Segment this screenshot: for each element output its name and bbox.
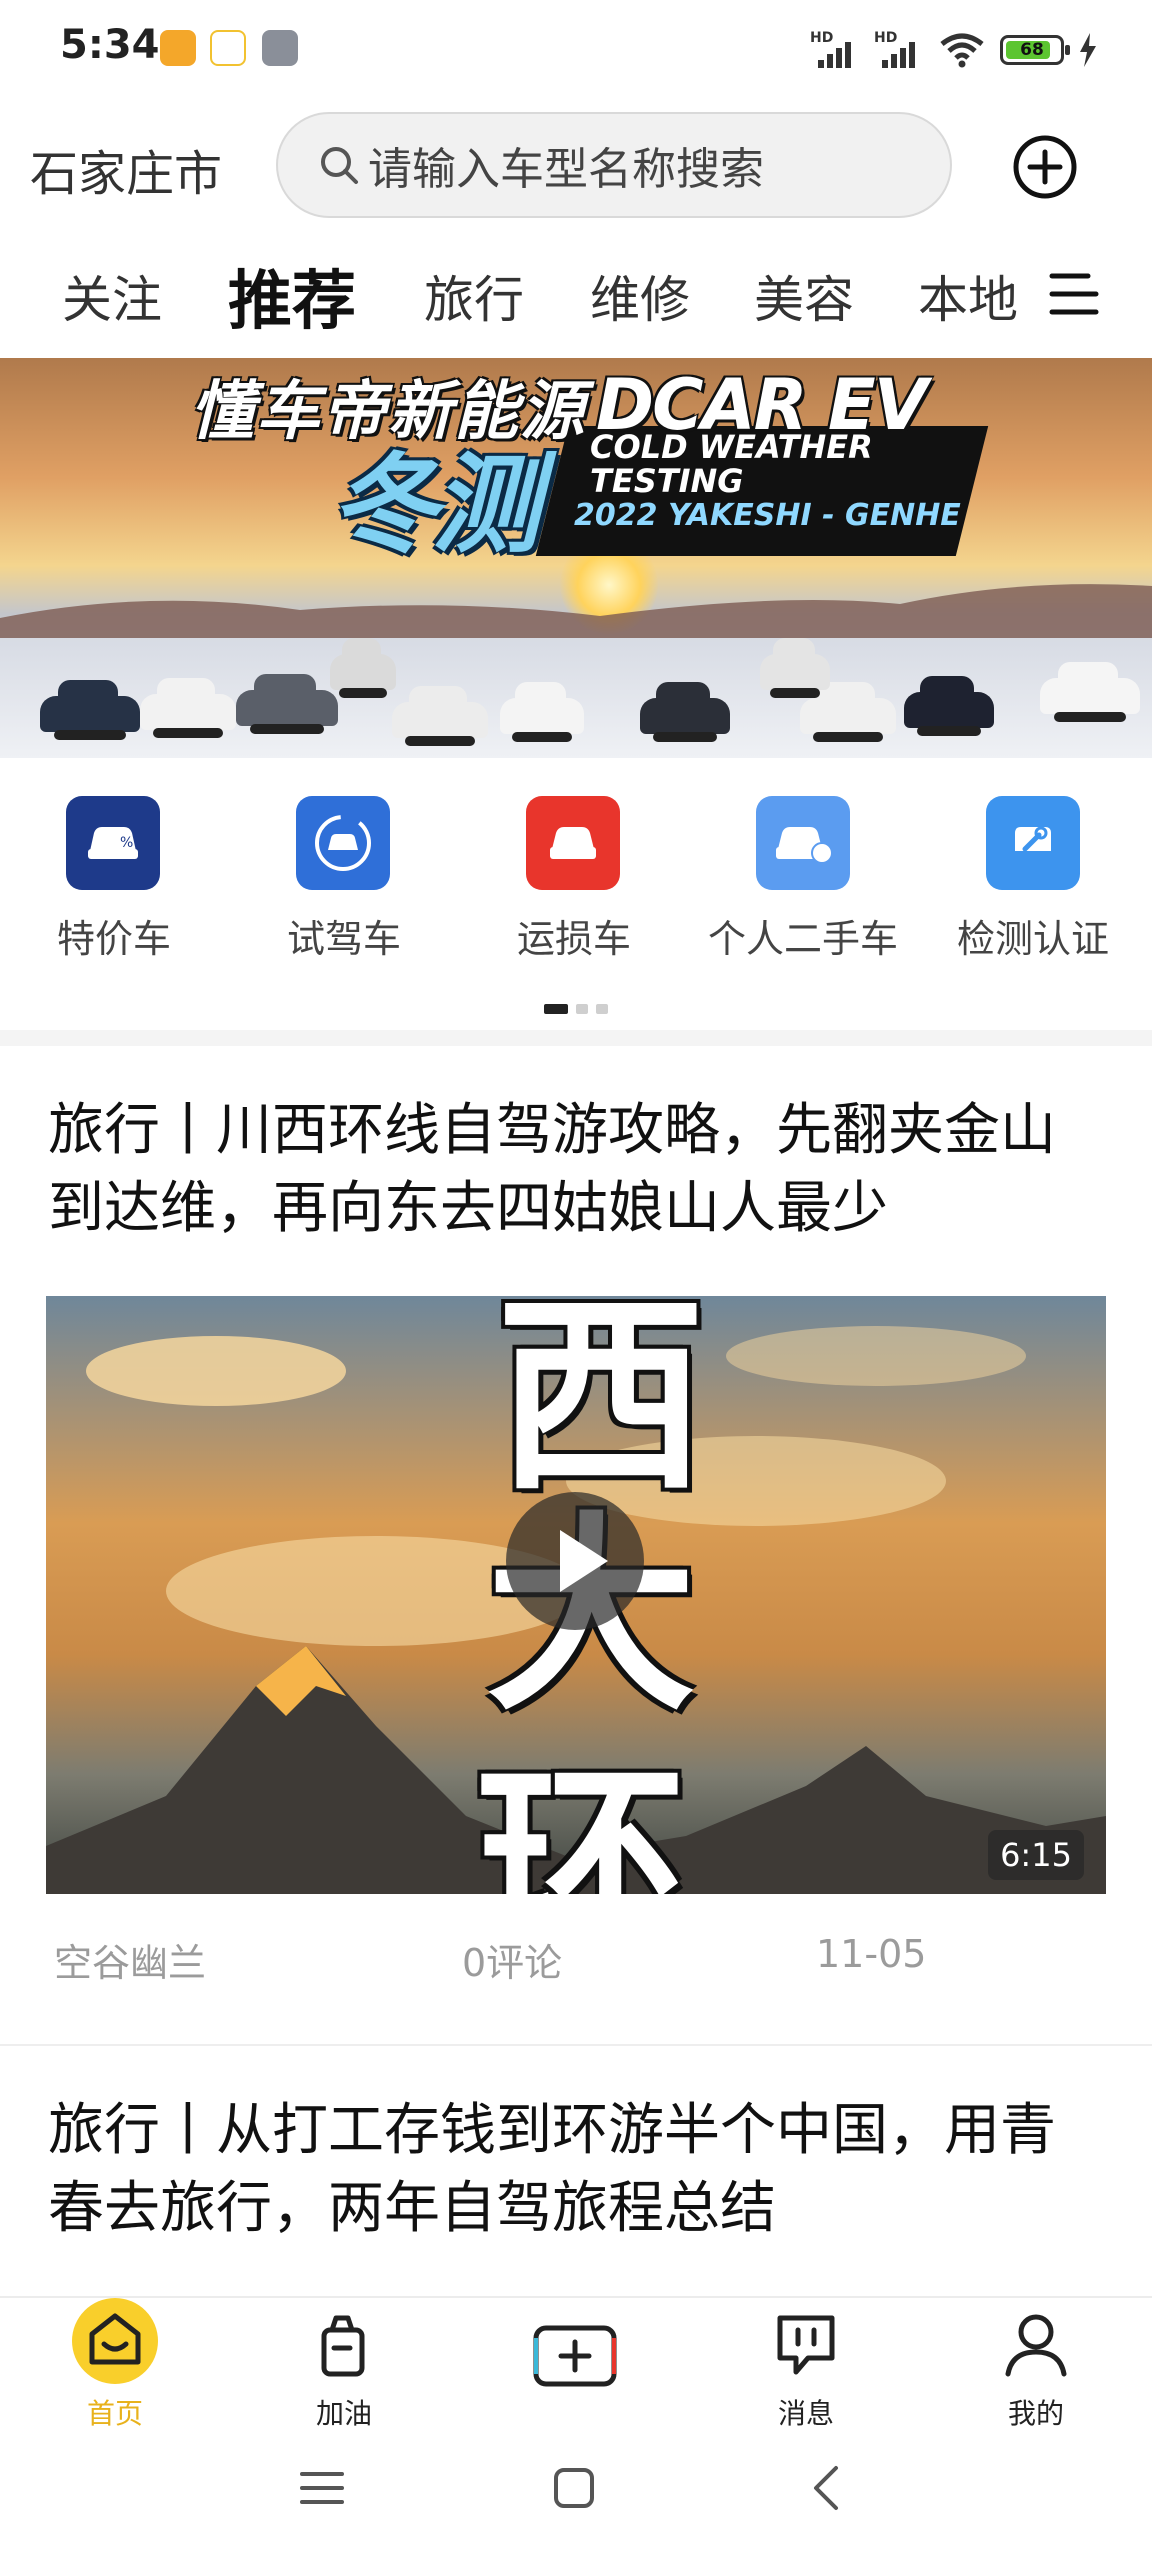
home-square-icon[interactable] — [552, 2466, 596, 2510]
quick-label-test-drive[interactable]: 试驾车 — [284, 908, 404, 963]
svg-text:%: % — [120, 835, 133, 851]
menu-icon[interactable] — [1048, 268, 1100, 320]
app-notification-rabbit-icon — [210, 30, 246, 66]
search-bar[interactable]: 请输入车型名称搜索 — [276, 112, 952, 218]
nav-label-home[interactable]: 首页 — [55, 2392, 175, 2432]
article-divider — [0, 2044, 1152, 2046]
plus-circle-icon[interactable] — [1012, 134, 1078, 200]
carousel-dot — [576, 1004, 588, 1014]
status-time: 5:34 — [60, 22, 160, 68]
inspection-wrench-icon[interactable] — [986, 796, 1080, 890]
banner-car — [800, 682, 896, 742]
banner-car — [236, 674, 338, 734]
article-comments[interactable]: 0评论 — [462, 1932, 562, 1987]
carousel-dot — [596, 1004, 608, 1014]
banner-subtitle-line2: TESTING — [590, 462, 744, 500]
promo-banner[interactable]: 懂车帝新能源 DCAR EV 冬测 COLD WEATHER TESTING 2… — [0, 358, 1152, 758]
signal-icon: HD — [874, 30, 924, 70]
search-placeholder: 请输入车型名称搜索 — [368, 144, 764, 195]
carousel-dot-active — [544, 1004, 568, 1014]
quick-label-discount-car[interactable]: 特价车 — [54, 908, 174, 963]
used-car-icon[interactable] — [756, 796, 850, 890]
tool-icon — [262, 30, 298, 66]
banner-car — [40, 680, 140, 740]
wifi-icon — [940, 33, 984, 68]
quick-label-inspection[interactable]: 检测认证 — [950, 908, 1116, 963]
video-duration: 6:15 — [988, 1830, 1084, 1880]
home-icon — [89, 2313, 141, 2365]
banner-car — [904, 676, 994, 736]
menu-icon[interactable] — [300, 2466, 344, 2510]
city-selector[interactable]: 石家庄市 — [30, 134, 222, 204]
banner-car — [500, 682, 584, 742]
quick-label-used-car[interactable]: 个人二手车 — [700, 908, 906, 963]
tab-local[interactable]: 本地 — [918, 260, 1018, 332]
play-button[interactable] — [506, 1492, 644, 1630]
banner-event: 2022 YAKESHI - GENHE — [574, 498, 961, 533]
banner-subtitle-line1: COLD WEATHER — [590, 428, 873, 466]
banner-subtitle-cn: 冬测 — [330, 443, 540, 568]
video-overlay-char: 环 — [476, 1744, 687, 1894]
search-icon — [321, 147, 358, 184]
banner-hills — [0, 584, 1152, 638]
article-date: 11-05 — [816, 1932, 927, 1976]
battery-level: 68 — [1020, 40, 1044, 60]
video-thumbnail[interactable]: 西 大 环 6:15 — [46, 1296, 1106, 1894]
article-author[interactable]: 空谷幽兰 — [54, 1932, 206, 1987]
damaged-car-icon[interactable] — [526, 796, 620, 890]
status-right: HD HD 68 — [810, 26, 1098, 74]
publish-plus-icon[interactable] — [532, 2324, 618, 2388]
profile-icon[interactable] — [1002, 2310, 1070, 2380]
quick-label-damaged-car[interactable]: 运损车 — [514, 908, 634, 963]
carousel-indicator — [544, 1004, 608, 1014]
play-icon — [560, 1530, 608, 1592]
banner-subtitle-en: COLD WEATHER TESTING — [590, 430, 873, 498]
app-notification-orange-icon — [160, 30, 196, 66]
test-drive-car-icon[interactable] — [296, 796, 390, 890]
signal-icon: HD — [810, 30, 860, 70]
charging-icon — [1080, 33, 1096, 67]
banner-car — [760, 638, 830, 698]
tab-beauty[interactable]: 美容 — [754, 260, 854, 332]
banner-car — [330, 638, 396, 698]
banner-car — [392, 686, 488, 746]
nav-label-fuel[interactable]: 加油 — [284, 2392, 404, 2432]
tab-travel[interactable]: 旅行 — [424, 260, 524, 332]
article-title[interactable]: 旅行丨从打工存钱到环游半个中国，用青春去旅行，两年自驾旅程总结 — [48, 2092, 1108, 2248]
fuel-icon[interactable] — [314, 2312, 374, 2380]
nav-label-profile[interactable]: 我的 — [976, 2392, 1096, 2432]
tab-repair[interactable]: 维修 — [590, 260, 690, 332]
banner-car — [1040, 662, 1140, 722]
tab-recommend[interactable]: 推荐 — [228, 250, 356, 342]
battery-icon: 68 — [1000, 35, 1070, 65]
banner-car — [140, 678, 236, 738]
back-icon[interactable] — [808, 2464, 842, 2512]
message-icon[interactable] — [774, 2312, 838, 2378]
article-title[interactable]: 旅行丨川西环线自驾游攻略，先翻夹金山到达维，再向东去四姑娘山人最少 — [48, 1092, 1108, 1248]
banner-car — [640, 682, 730, 742]
nav-label-messages[interactable]: 消息 — [746, 2392, 866, 2432]
tab-follow[interactable]: 关注 — [62, 260, 162, 332]
discount-car-icon[interactable]: % — [66, 796, 160, 890]
section-divider — [0, 1030, 1152, 1046]
status-bar: 5:34 HD HD 68 — [0, 0, 1152, 104]
